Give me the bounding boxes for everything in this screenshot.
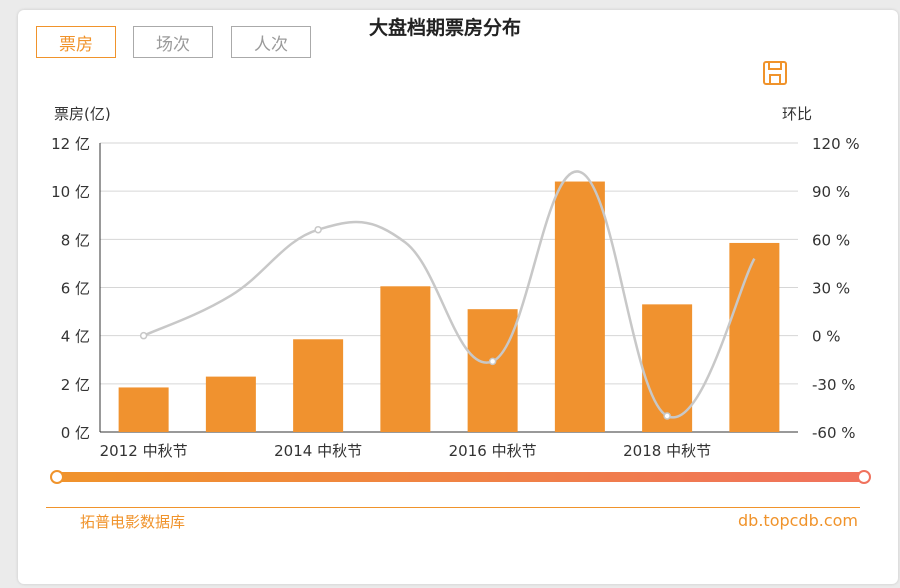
y-left-tick-label: 2 亿: [61, 376, 90, 394]
line-point: [139, 331, 148, 340]
footer-site-link[interactable]: db.topcdb.com: [738, 511, 858, 530]
bar: [118, 387, 169, 432]
y-right-tick-label: 60 %: [812, 231, 850, 249]
bar: [293, 339, 344, 432]
range-slider-track[interactable]: [57, 472, 864, 482]
bar: [554, 181, 605, 432]
bar: [380, 286, 431, 432]
y-right-tick-label: 90 %: [812, 183, 850, 201]
y-left-tick-label: 6 亿: [61, 280, 90, 298]
bar: [729, 242, 780, 432]
x-tick-label: 2016 中秋节: [449, 442, 537, 460]
x-tick-label: 2018 中秋节: [623, 442, 711, 460]
line-point: [488, 357, 497, 366]
chart-plot: 0 亿 -60 % 2 亿 -30 % 4 亿 0 % 6 亿 30 % 8 亿 60 % 10 亿…: [50, 135, 871, 484]
y-right-tick-label: 30 %: [812, 280, 850, 298]
footer-divider: [46, 507, 860, 508]
x-tick-label: 2014 中秋节: [274, 442, 362, 460]
line-point: [314, 225, 322, 234]
range-slider-handle-right[interactable]: [857, 470, 871, 484]
y-right-tick-label: 0 %: [812, 328, 841, 346]
y-left-tick-label: 12 亿: [51, 135, 90, 153]
bar: [467, 309, 518, 432]
footer-source: 拓普电影数据库: [80, 513, 186, 531]
range-slider-handle-left[interactable]: [50, 470, 64, 484]
y-right-tick-label: -60 %: [812, 424, 856, 442]
y-right-tick-label: -30 %: [812, 376, 856, 394]
bar: [205, 376, 256, 432]
x-tick-label: 2012 中秋节: [100, 442, 188, 460]
y-left-tick-label: 10 亿: [51, 183, 90, 201]
y-left-tick-label: 4 亿: [61, 328, 90, 346]
y-left-tick-label: 8 亿: [61, 231, 90, 249]
y-right-tick-label: 120 %: [812, 135, 860, 153]
line-point: [663, 412, 671, 420]
y-left-tick-label: 0 亿: [61, 424, 90, 442]
